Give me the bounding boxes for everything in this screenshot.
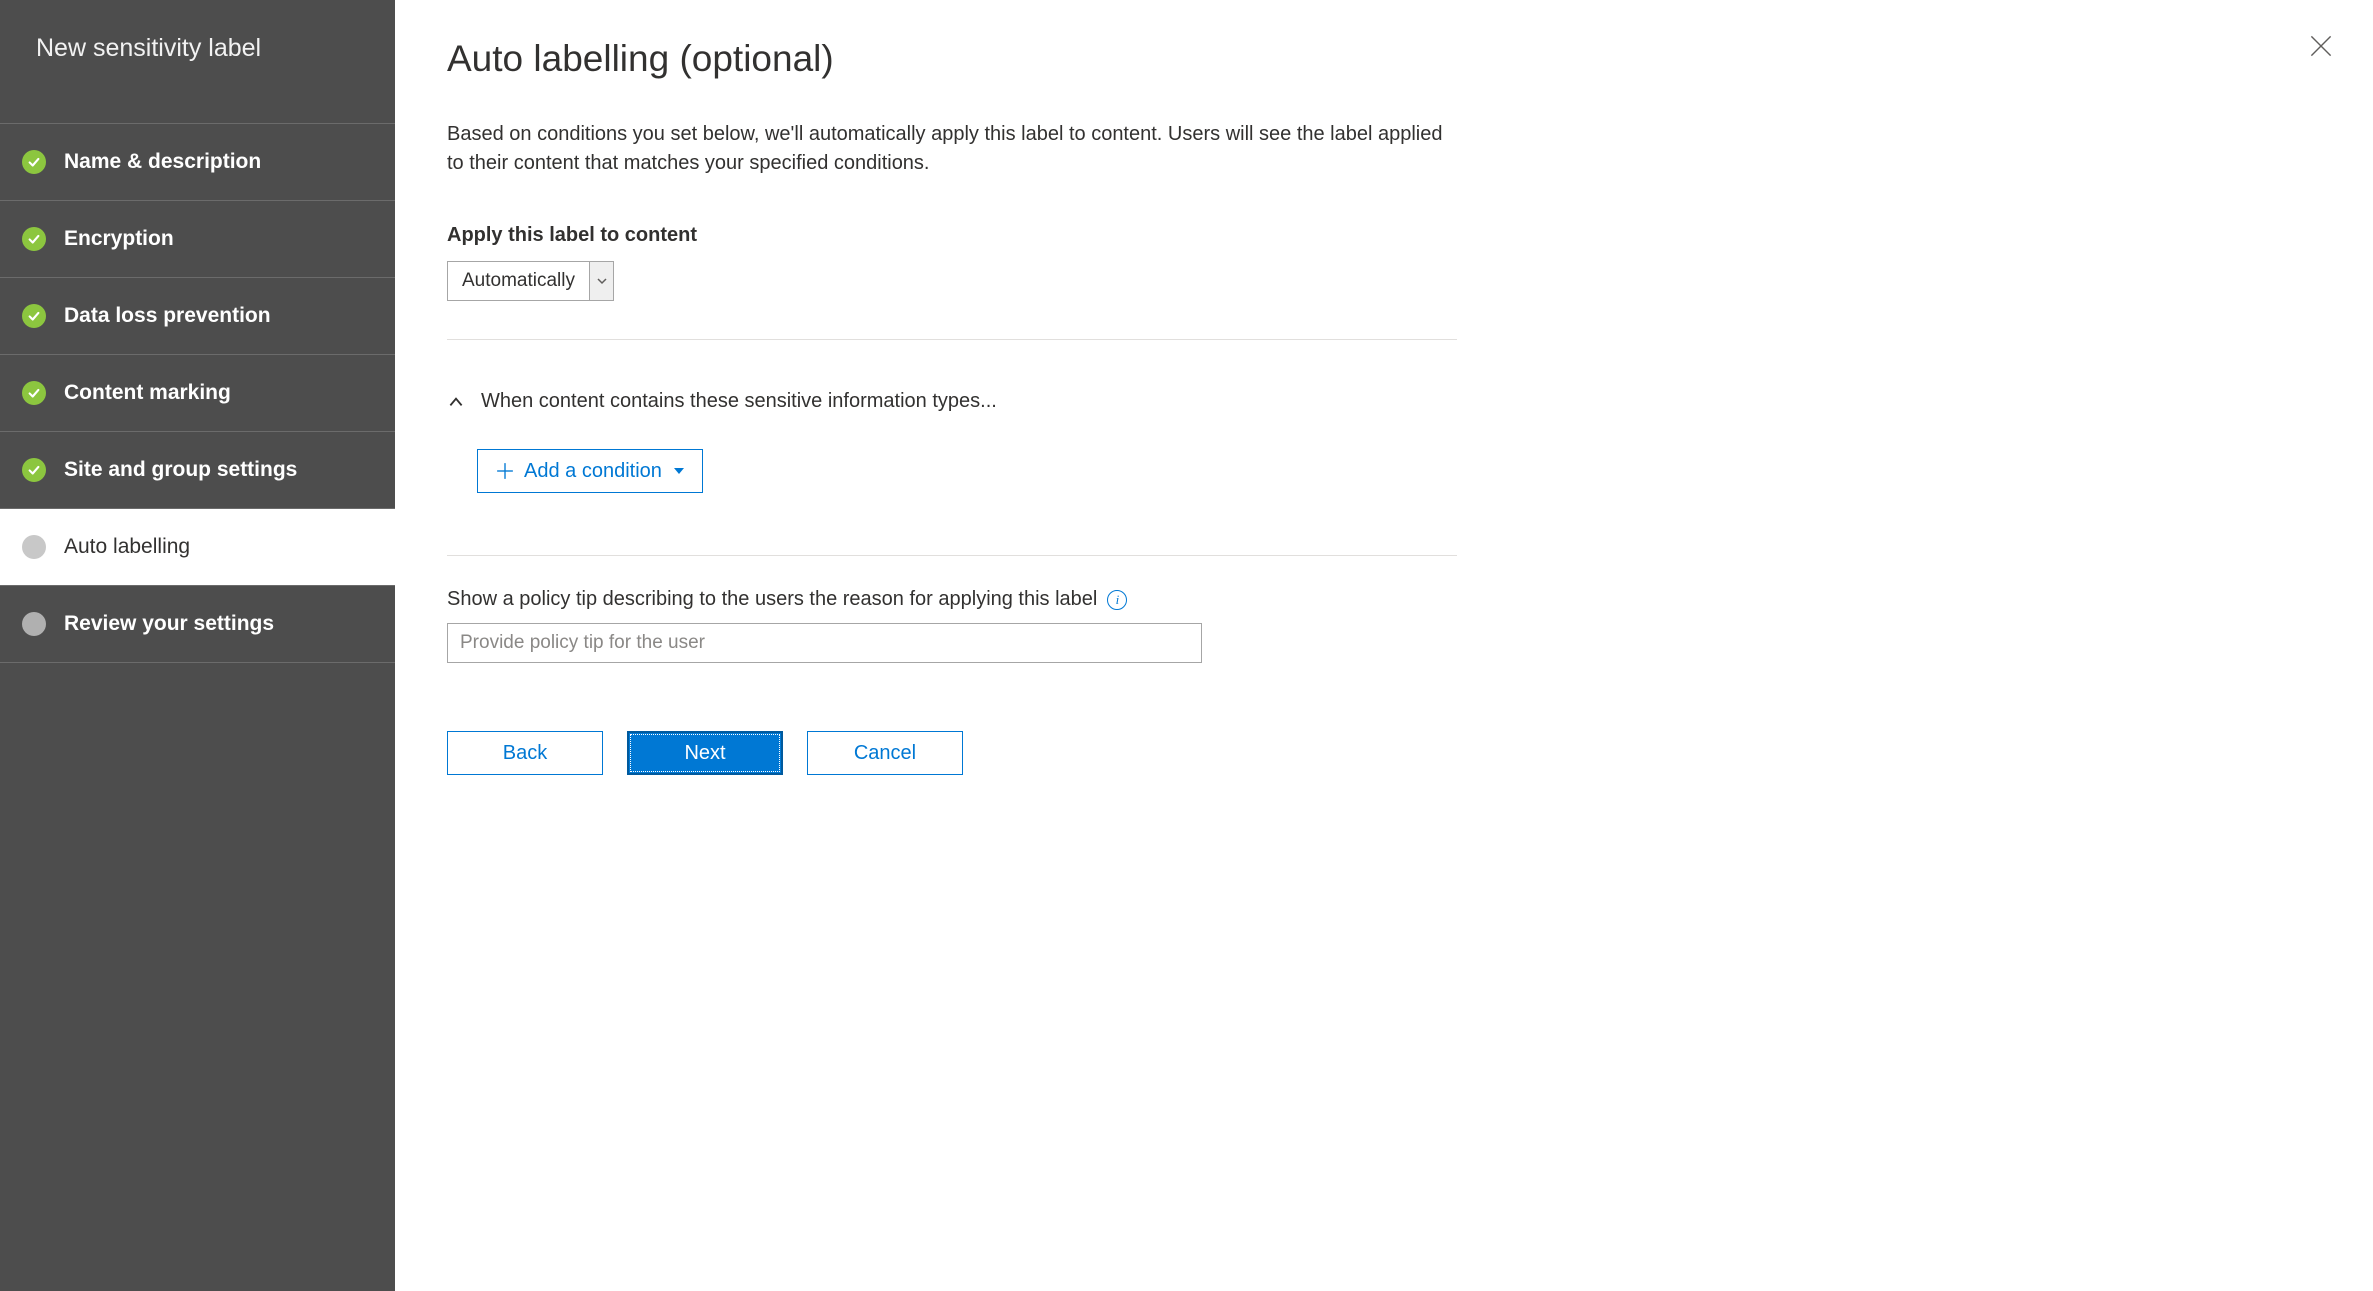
policy-tip-label: Show a policy tip describing to the user…	[447, 588, 1097, 611]
divider	[447, 555, 1457, 556]
next-button[interactable]: Next	[627, 731, 783, 775]
checkmark-icon	[22, 381, 46, 405]
step-label: Name & description	[64, 150, 261, 174]
checkmark-icon	[22, 227, 46, 251]
step-label: Site and group settings	[64, 458, 297, 482]
checkmark-icon	[22, 150, 46, 174]
main-panel: Auto labelling (optional) Based on condi…	[395, 0, 2373, 1291]
step-review[interactable]: Review your settings	[0, 585, 395, 663]
page-title: Auto labelling (optional)	[447, 38, 2321, 80]
condition-accordion-header[interactable]: When content contains these sensitive in…	[447, 390, 2321, 413]
condition-header-text: When content contains these sensitive in…	[481, 390, 997, 413]
step-label: Data loss prevention	[64, 304, 271, 328]
wizard-footer: Back Next Cancel	[447, 731, 2321, 775]
step-name-description[interactable]: Name & description	[0, 123, 395, 200]
circle-icon	[22, 535, 46, 559]
step-label: Encryption	[64, 227, 174, 251]
sidebar-title: New sensitivity label	[0, 0, 395, 123]
step-label: Auto labelling	[64, 535, 190, 559]
close-button[interactable]	[2305, 30, 2337, 62]
plus-icon	[496, 462, 514, 480]
add-condition-label: Add a condition	[524, 460, 662, 483]
circle-icon	[22, 612, 46, 636]
chevron-down-icon	[589, 262, 613, 300]
step-label: Content marking	[64, 381, 231, 405]
info-icon[interactable]: i	[1107, 590, 1127, 610]
policy-tip-input[interactable]	[447, 623, 1202, 663]
page-description: Based on conditions you set below, we'll…	[447, 120, 1457, 178]
caret-down-icon	[674, 466, 684, 476]
step-encryption[interactable]: Encryption	[0, 200, 395, 277]
close-icon	[2310, 35, 2332, 57]
checkmark-icon	[22, 458, 46, 482]
step-dlp[interactable]: Data loss prevention	[0, 277, 395, 354]
chevron-up-icon	[447, 393, 465, 411]
apply-mode-select[interactable]: Automatically	[447, 261, 614, 301]
step-content-marking[interactable]: Content marking	[0, 354, 395, 431]
step-label: Review your settings	[64, 612, 274, 636]
add-condition-button[interactable]: Add a condition	[477, 449, 703, 493]
wizard-sidebar: New sensitivity label Name & description…	[0, 0, 395, 1291]
step-site-group[interactable]: Site and group settings	[0, 431, 395, 508]
step-auto-labelling[interactable]: Auto labelling	[0, 508, 395, 585]
divider	[447, 339, 1457, 340]
back-button[interactable]: Back	[447, 731, 603, 775]
select-value: Automatically	[448, 262, 589, 300]
cancel-button[interactable]: Cancel	[807, 731, 963, 775]
apply-label: Apply this label to content	[447, 224, 2321, 247]
checkmark-icon	[22, 304, 46, 328]
